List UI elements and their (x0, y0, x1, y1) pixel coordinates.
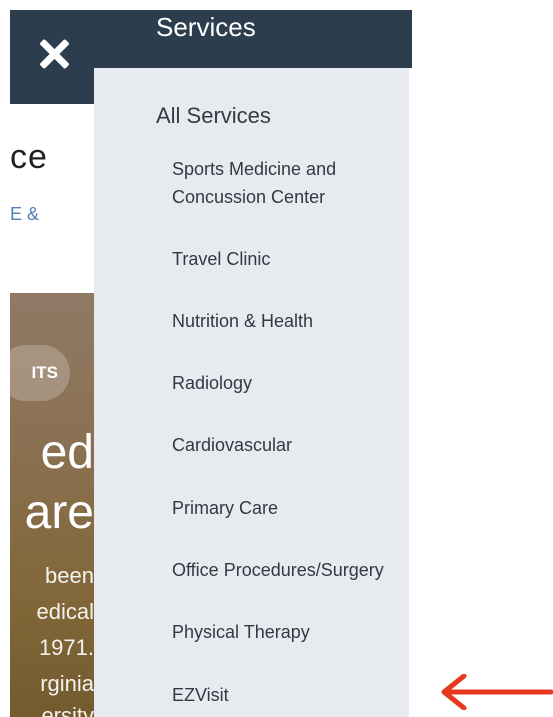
hero-text-line: edical (36, 599, 94, 624)
hero-heading-line: ed (40, 426, 94, 479)
close-menu-button[interactable] (10, 10, 94, 104)
menu-item-label: Concussion Center (172, 187, 326, 207)
menu-item-primary-care[interactable]: Primary Care (172, 494, 278, 522)
services-menu-header: Services (94, 10, 412, 68)
hero-text-line: 1971. (38, 635, 94, 660)
hero-pill-label: ITS (31, 363, 58, 382)
hero-pill-button[interactable]: ITS (10, 345, 70, 401)
menu-item-nutrition-health[interactable]: Nutrition & Health (172, 307, 313, 335)
menu-item-sports-medicine[interactable]: Sports Medicine and Concussion Center (172, 155, 336, 211)
hero-text-line: been (45, 563, 94, 588)
scrollbar[interactable] (409, 68, 412, 717)
page-heading-partial: ce (10, 138, 48, 176)
page-link-partial[interactable]: E & (10, 204, 39, 225)
hero-heading-line: are (24, 486, 94, 539)
menu-item-ezvisit[interactable]: EZVisit (172, 681, 229, 709)
screen: ce E & ITS ed are been edical 1971. rgin… (0, 0, 553, 717)
menu-item-cardiovascular[interactable]: Cardiovascular (172, 431, 292, 459)
close-icon[interactable] (36, 36, 72, 72)
hero-text-line: ersity (41, 703, 94, 717)
menu-item-office-procedures[interactable]: Office Procedures/Surgery (172, 556, 384, 584)
menu-item-label: Sports Medicine and (172, 159, 337, 179)
services-menu-title: Services (156, 12, 256, 42)
menu-item-all-services[interactable]: All Services (156, 103, 271, 129)
menu-item-radiology[interactable]: Radiology (172, 369, 252, 397)
services-menu-panel: Services All Services Sports Medicine an… (94, 10, 412, 717)
hero-banner: ITS ed are been edical 1971. rginia ersi… (10, 293, 94, 717)
hero-text-line: rginia (40, 671, 94, 696)
menu-item-travel-clinic[interactable]: Travel Clinic (172, 245, 270, 273)
red-arrow-icon (441, 674, 553, 710)
menu-item-physical-therapy[interactable]: Physical Therapy (172, 618, 310, 646)
